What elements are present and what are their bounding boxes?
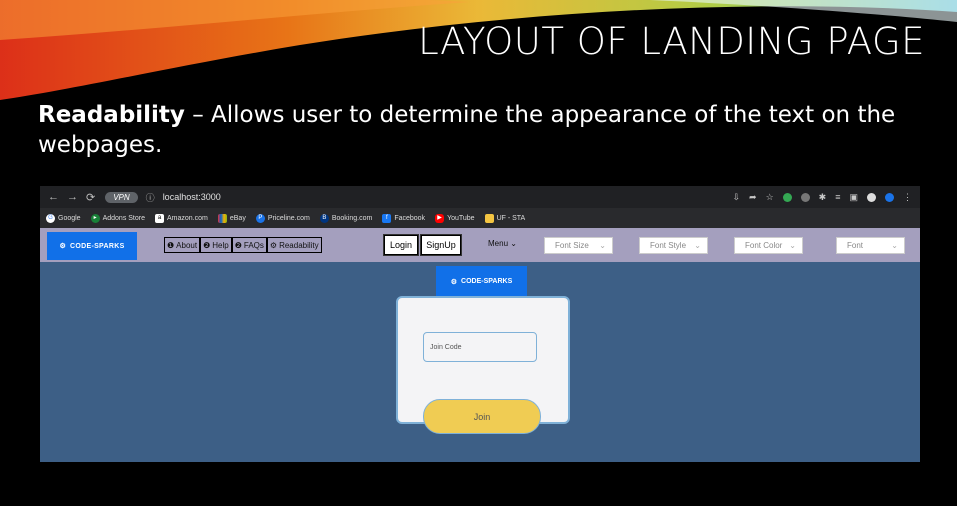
info-circle-icon: ❶ bbox=[167, 240, 175, 250]
sidepanel-icon[interactable]: ▣ bbox=[849, 192, 858, 203]
bookmark-label: Facebook bbox=[394, 214, 426, 222]
facebook-icon: f bbox=[382, 213, 392, 223]
login-button[interactable]: Login bbox=[384, 235, 418, 255]
ebay-icon bbox=[217, 213, 227, 223]
more-icon[interactable]: ⋮ bbox=[903, 192, 912, 203]
addons-icon: ▸ bbox=[90, 213, 100, 223]
menu-label: Menu bbox=[488, 239, 509, 248]
join-button[interactable]: Join bbox=[423, 399, 541, 434]
forward-icon[interactable]: → bbox=[67, 191, 78, 203]
brand-logo[interactable]: ⚙ CODE-SPARKS bbox=[47, 232, 137, 260]
bookmark-priceline[interactable]: P Priceline.com bbox=[255, 213, 310, 223]
spark-icon: ⚙ bbox=[59, 243, 67, 250]
font-size-select[interactable]: Font Size ⌄ bbox=[544, 237, 613, 254]
card-logo: ⚙ CODE-SPARKS bbox=[436, 266, 527, 297]
font-style-select[interactable]: Font Style ⌄ bbox=[639, 237, 708, 254]
address-bar[interactable]: localhost:3000 bbox=[163, 192, 221, 202]
bookmark-uf-sta[interactable]: UF - STA bbox=[484, 213, 526, 223]
font-label: Font bbox=[847, 241, 864, 250]
star-icon[interactable]: ☆ bbox=[766, 192, 774, 203]
signup-button[interactable]: SignUp bbox=[421, 235, 461, 255]
chevron-down-icon: ⌄ bbox=[510, 239, 517, 248]
bookmark-label: Addons Store bbox=[102, 214, 145, 222]
nav-help-label: Help bbox=[212, 240, 229, 250]
card-logo-text: CODE-SPARKS bbox=[461, 278, 513, 285]
amazon-icon: a bbox=[155, 213, 164, 223]
bookmark-booking[interactable]: B Booking.com bbox=[319, 213, 373, 223]
question-circle-icon: ❷ bbox=[234, 240, 242, 250]
vpn-badge[interactable]: VPN bbox=[105, 191, 138, 203]
chevron-down-icon: ⌄ bbox=[891, 241, 898, 250]
font-color-label: Font Color bbox=[745, 241, 783, 250]
bookmark-label: eBay bbox=[229, 214, 246, 222]
extension-gray-icon[interactable] bbox=[800, 192, 810, 202]
bookmark-label: Priceline.com bbox=[267, 214, 310, 222]
share-icon[interactable]: ➦ bbox=[749, 192, 757, 203]
slide-body-term: Readability bbox=[38, 102, 185, 128]
font-size-label: Font Size bbox=[555, 241, 589, 250]
app-navbar: ⚙ CODE-SPARKS ❶ About ❷ Help ❷ FAQs ⚙ Readabi… bbox=[40, 228, 920, 262]
playlist-icon[interactable]: ≡ bbox=[835, 192, 840, 202]
extension-green-icon[interactable] bbox=[782, 192, 792, 202]
bookmark-ebay[interactable]: eBay bbox=[217, 213, 246, 223]
puzzle-icon[interactable]: ✱ bbox=[819, 192, 827, 203]
sync-icon[interactable] bbox=[885, 192, 894, 202]
nav-faqs[interactable]: ❷ FAQs bbox=[231, 237, 267, 253]
bookmark-amazon[interactable]: a Amazon.com bbox=[155, 213, 208, 223]
reload-icon[interactable]: ⟳ bbox=[86, 191, 95, 204]
booking-icon: B bbox=[319, 213, 329, 223]
chevron-down-icon: ⌄ bbox=[694, 241, 701, 250]
folder-icon bbox=[484, 213, 494, 223]
slide-body: Readability – Allows user to determine t… bbox=[38, 100, 928, 160]
slide-title: LAYOUT OF LANDING PAGE bbox=[418, 20, 925, 63]
bookmark-addons[interactable]: ▸ Addons Store bbox=[90, 213, 145, 223]
brand-logo-text: CODE-SPARKS bbox=[70, 242, 125, 250]
chevron-down-icon: ⌄ bbox=[599, 241, 606, 250]
help-circle-icon: ❷ bbox=[203, 240, 211, 250]
info-icon[interactable]: ⓘ bbox=[146, 191, 155, 204]
menu-dropdown[interactable]: Menu ⌄ bbox=[488, 239, 517, 248]
join-code-input[interactable]: Join Code bbox=[423, 332, 537, 362]
nav-readability[interactable]: ⚙ Readability bbox=[266, 237, 322, 253]
gears-icon: ⚙ bbox=[269, 240, 278, 250]
browser-toolbar: ← → ⟳ VPN ⓘ localhost:3000 ⇩ ➦ ☆ ✱ ≡ ▣ ⋮ bbox=[40, 186, 920, 208]
embedded-screenshot: ← → ⟳ VPN ⓘ localhost:3000 ⇩ ➦ ☆ ✱ ≡ ▣ ⋮… bbox=[40, 186, 920, 462]
nav-help[interactable]: ❷ Help bbox=[200, 237, 232, 253]
font-style-label: Font Style bbox=[650, 241, 687, 250]
nav-faqs-label: FAQs bbox=[243, 240, 264, 250]
extensions-bar: ⇩ ➦ ☆ ✱ ≡ ▣ ⋮ bbox=[733, 186, 913, 208]
font-color-select[interactable]: Font Color ⌄ bbox=[734, 237, 803, 254]
google-icon: G bbox=[46, 213, 55, 223]
bookmark-label: YouTube bbox=[447, 214, 475, 222]
spark-icon: ⚙ bbox=[450, 278, 458, 286]
back-icon[interactable]: ← bbox=[48, 191, 59, 203]
font-select[interactable]: Font ⌄ bbox=[836, 237, 905, 254]
nav-links: ❶ About ❷ Help ❷ FAQs ⚙ Readability bbox=[164, 237, 322, 253]
chevron-down-icon: ⌄ bbox=[789, 241, 796, 250]
bookmark-label: Booking.com bbox=[331, 214, 373, 222]
bookmark-label: Amazon.com bbox=[167, 214, 208, 222]
nav-readability-label: Readability bbox=[279, 240, 319, 250]
install-icon[interactable]: ⇩ bbox=[733, 192, 741, 203]
bookmark-label: Google bbox=[58, 214, 81, 222]
profile-avatar[interactable] bbox=[867, 192, 876, 202]
bookmark-label: UF - STA bbox=[496, 214, 526, 222]
youtube-icon: ▶ bbox=[435, 213, 445, 223]
bookmarks-bar: G Google ▸ Addons Store a Amazon.com eBay P… bbox=[40, 208, 920, 228]
bookmark-facebook[interactable]: f Facebook bbox=[382, 213, 426, 223]
priceline-icon: P bbox=[255, 213, 265, 223]
nav-about[interactable]: ❶ About bbox=[164, 237, 201, 253]
bookmark-youtube[interactable]: ▶ YouTube bbox=[435, 213, 475, 223]
nav-about-label: About bbox=[176, 240, 198, 250]
bookmark-google[interactable]: G Google bbox=[46, 213, 81, 223]
